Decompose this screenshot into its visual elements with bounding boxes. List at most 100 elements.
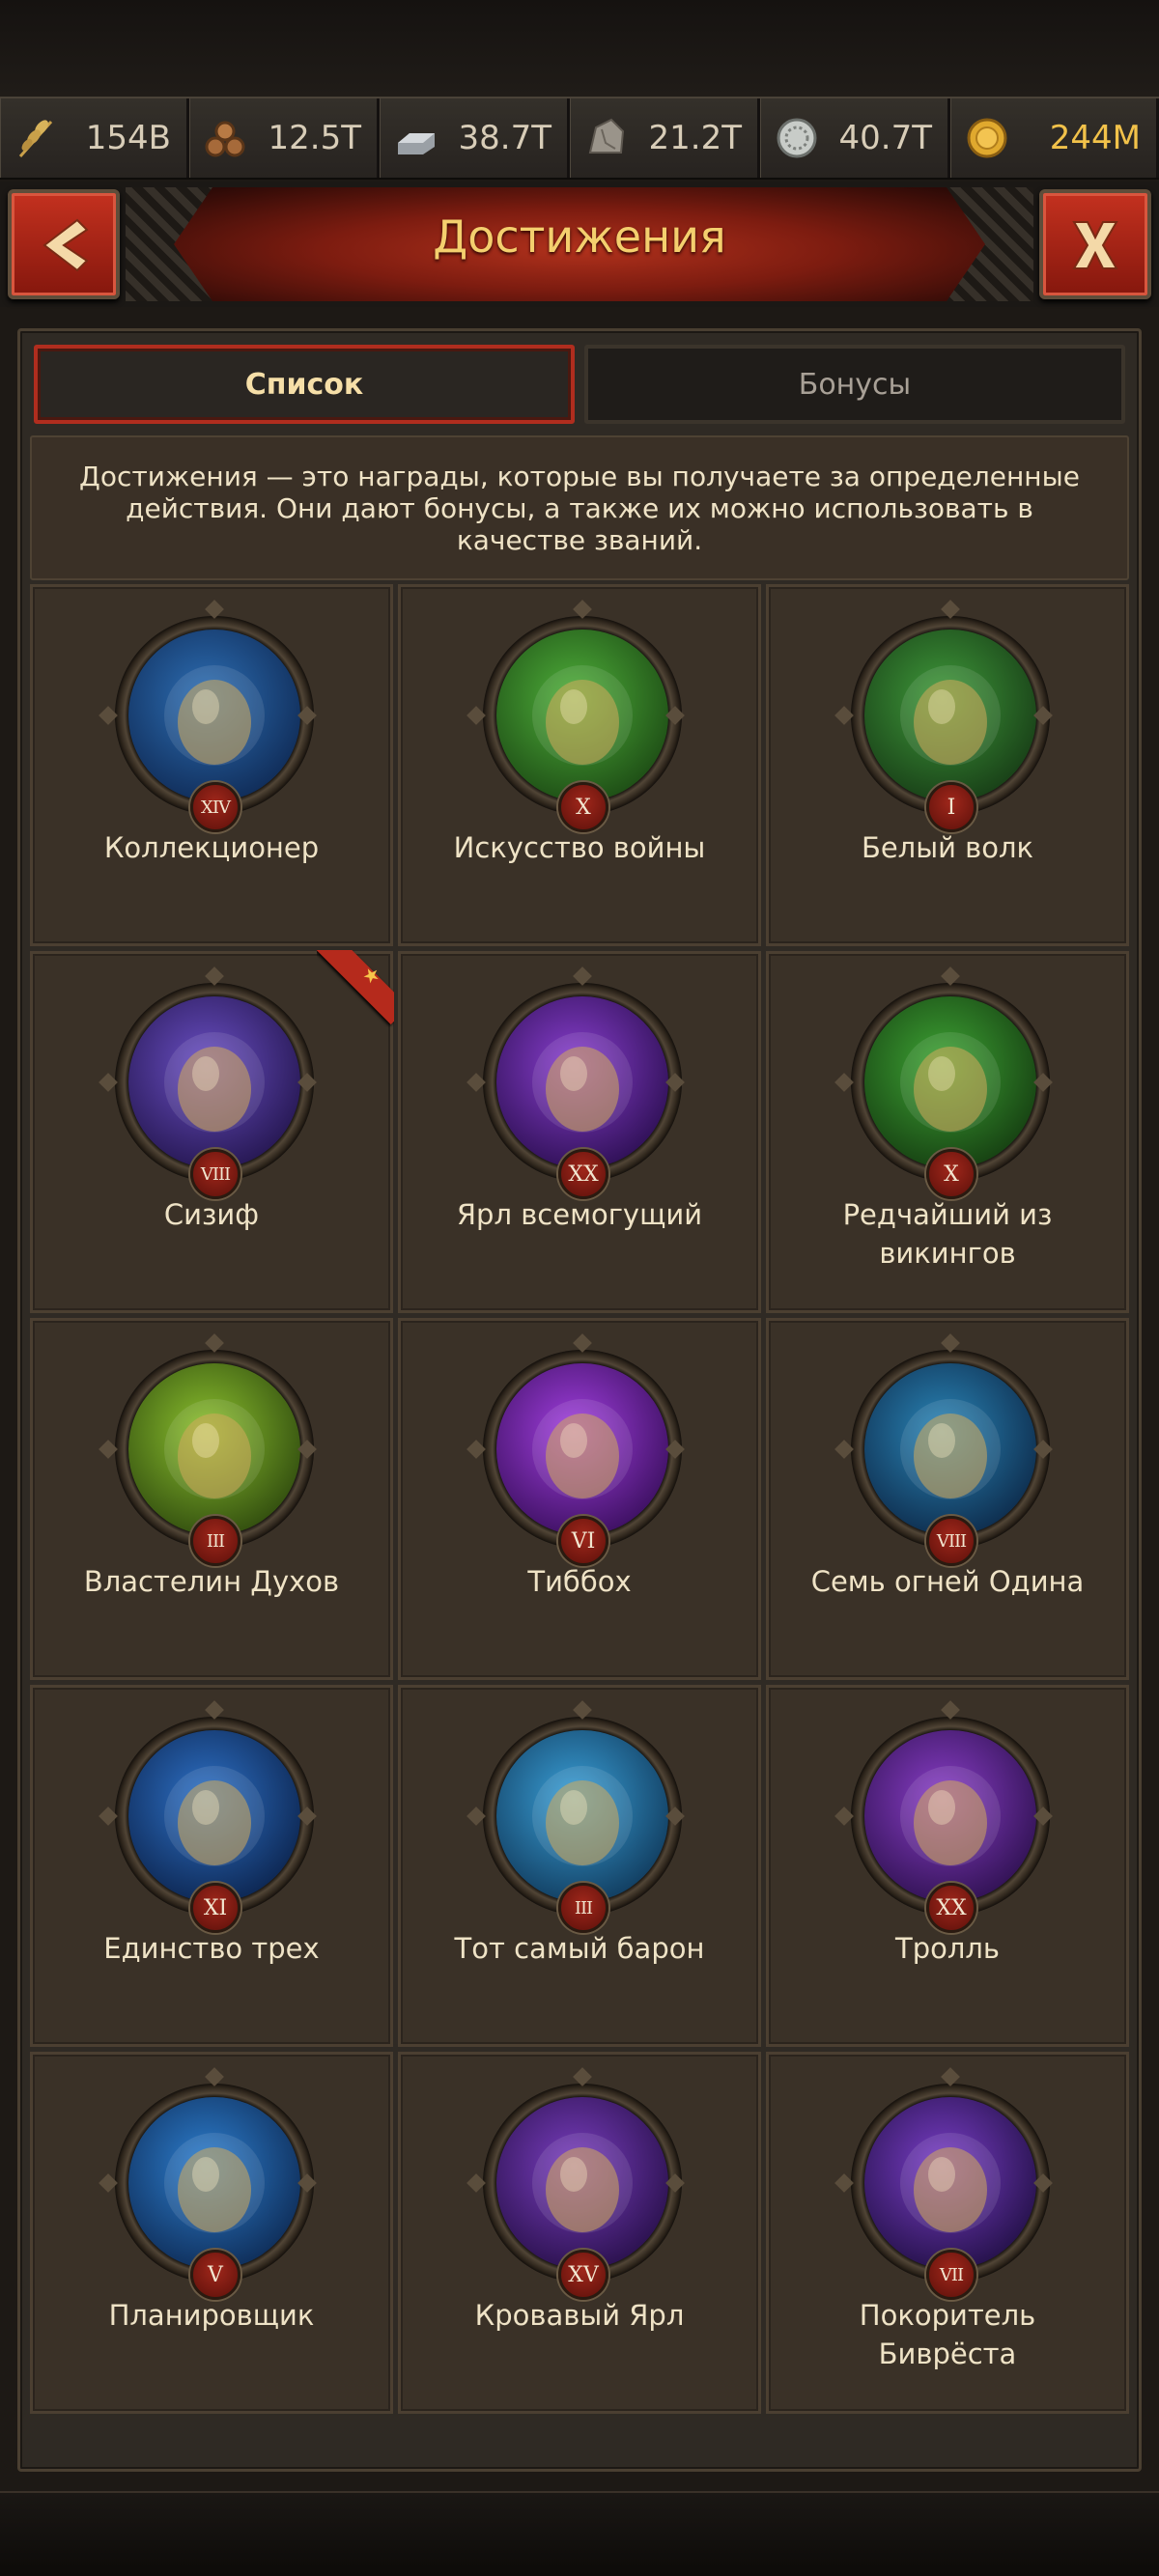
title-bar: Достижения (0, 182, 1159, 307)
resource-iron[interactable]: 38.7T (380, 98, 570, 178)
achievement-badge: XV (466, 2067, 685, 2300)
resource-stone[interactable]: 21.2T (570, 98, 760, 178)
globe-icon (128, 1730, 300, 1902)
achievement-badge: XI (99, 1700, 317, 1933)
golden-warrior-icon (864, 996, 1036, 1168)
resource-wood[interactable]: 12.5T (189, 98, 380, 178)
achievement-name: Кровавый Ярл (474, 2299, 685, 2332)
rank-badge: VIII (190, 1149, 240, 1199)
bottom-bar (0, 2491, 1159, 2576)
resource-silver[interactable]: 40.7T (760, 98, 950, 178)
achievement-name: Покоритель Биврёста (859, 2299, 1036, 2370)
achievement-card[interactable]: III Властелин Духов (30, 1318, 393, 1680)
rank-badge: III (190, 1516, 240, 1566)
achievement-name: Белый волк (861, 831, 1034, 864)
achievement-name: Властелин Духов (83, 1565, 340, 1598)
rainbow-bridge-icon (864, 2097, 1036, 2269)
achievement-badge: X (466, 600, 685, 832)
achievement-name: Искусство войны (453, 831, 706, 864)
achievement-name: Планировщик (108, 2299, 315, 2332)
achievement-card[interactable]: III Тот самый барон (398, 1685, 761, 2047)
achievement-name: Ярл всемогущий (456, 1198, 703, 1231)
close-icon (1072, 221, 1118, 269)
tab-bar: Список Бонусы (34, 345, 1125, 432)
resource-gold[interactable]: 244M (950, 98, 1159, 178)
achievement-card[interactable]: VIII Семь огней Одина (766, 1318, 1129, 1680)
meteors-icon (864, 1363, 1036, 1535)
achievement-badge: III (466, 1700, 685, 1933)
tab-list[interactable]: Список (34, 345, 575, 424)
rank-badge: VII (926, 2250, 976, 2300)
rank-badge: XX (926, 1883, 976, 1933)
achievement-name: Тот самый барон (454, 1932, 705, 1965)
achievement-card[interactable]: VII Покоритель Биврёста (766, 2052, 1129, 2414)
achievements-panel: Список Бонусы Достижения — это награды, … (17, 328, 1142, 2472)
wolf-head-icon (864, 630, 1036, 801)
tab-bonuses[interactable]: Бонусы (584, 345, 1125, 424)
chevron-left-icon (42, 218, 89, 272)
achievement-name: Тролль (894, 1932, 1001, 1965)
close-button[interactable] (1039, 189, 1151, 299)
achievement-badge: VII (834, 2067, 1053, 2300)
new-ribbon: ★ (317, 950, 394, 1027)
achievement-badge: XX (466, 966, 685, 1199)
achievement-card[interactable]: X Редчайший из викингов (766, 951, 1129, 1313)
achievement-card[interactable]: XX Тролль (766, 1685, 1129, 2047)
rank-badge: XI (190, 1883, 240, 1933)
rank-badge: V (190, 2250, 240, 2300)
achievement-card[interactable]: XI Единство трех (30, 1685, 393, 2047)
boulder-hammer-icon (128, 996, 300, 1168)
status-area (0, 0, 1159, 97)
silver-coin-icon (777, 118, 817, 158)
achievement-name: Семь огней Одина (810, 1565, 1085, 1598)
rank-badge: XX (558, 1149, 608, 1199)
achievement-card[interactable]: X Искусство войны (398, 584, 761, 946)
achievement-name: Коллекционер (103, 831, 320, 864)
blueprint-compass-icon (128, 2097, 300, 2269)
resource-wheat[interactable]: 154B (0, 98, 189, 178)
achievement-card[interactable]: V Планировщик (30, 2052, 393, 2414)
troll-icon (864, 1730, 1036, 1902)
rank-badge: XIV (190, 782, 240, 832)
stone-icon (588, 118, 625, 154)
achievement-badge: X (834, 966, 1053, 1199)
achievement-name: Единство трех (103, 1932, 320, 1965)
achievement-card[interactable]: XIV Коллекционер (30, 584, 393, 946)
iron-ingot-icon (398, 133, 435, 154)
fist-coins-icon (128, 630, 300, 801)
achievement-badge: VI (466, 1333, 685, 1566)
axe-stump-icon (496, 2097, 668, 2269)
achievement-card[interactable]: XX Ярл всемогущий (398, 951, 761, 1313)
rank-badge: XV (558, 2250, 608, 2300)
achievement-badge: VIII (99, 966, 317, 1199)
wood-logs-icon (205, 121, 245, 157)
achievement-badge: XIV (99, 600, 317, 832)
wheat-icon (18, 120, 53, 157)
rank-badge: I (926, 782, 976, 832)
rank-badge: X (558, 782, 608, 832)
achievement-card[interactable]: VIII Сизиф ★ (30, 951, 393, 1313)
achievement-badge: VIII (834, 1333, 1053, 1566)
rank-badge: VIII (926, 1516, 976, 1566)
purple-eye-icon (496, 1363, 668, 1535)
silver-value: 40.7T (838, 119, 932, 157)
achievement-card[interactable]: VI Тиббох (398, 1318, 761, 1680)
rank-badge: X (926, 1149, 976, 1199)
description-text: Достижения — это награды, которые вы пол… (30, 435, 1129, 580)
back-button[interactable] (8, 189, 120, 299)
resource-bar: 154B 12.5T 38.7T 21.2T 40.7T 244M (0, 97, 1159, 180)
two-masks-icon (496, 630, 668, 801)
achievement-badge: XX (834, 1700, 1053, 1933)
spirit-orbs-icon (128, 1363, 300, 1535)
achievement-card[interactable]: I Белый волк (766, 584, 1129, 946)
achievement-name: Редчайший из викингов (842, 1198, 1053, 1270)
achievement-name: Сизиф (163, 1198, 260, 1231)
gold-value: 244M (1049, 119, 1141, 157)
achievement-card[interactable]: XV Кровавый Ярл (398, 2052, 761, 2414)
wheat-value: 154B (85, 119, 171, 157)
star-icon: ★ (357, 961, 386, 990)
flaming-sword-icon (496, 996, 668, 1168)
page-title: Достижения (433, 210, 726, 263)
wood-value: 12.5T (268, 119, 361, 157)
achievement-badge: III (99, 1333, 317, 1566)
